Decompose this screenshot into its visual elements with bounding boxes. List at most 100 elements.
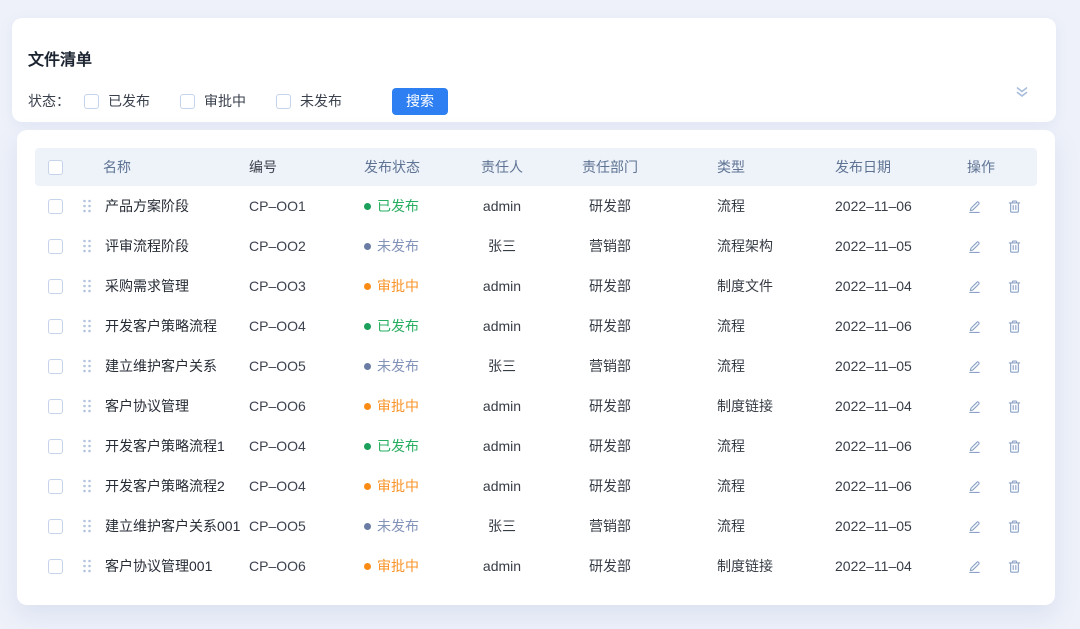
- column-header-owner: 责任人: [477, 157, 527, 177]
- status-badge: 已发布: [364, 436, 419, 456]
- drag-handle-icon[interactable]: [82, 199, 92, 213]
- edit-icon[interactable]: [967, 279, 982, 294]
- publish-date: 2022–11–04: [825, 398, 955, 414]
- row-checkbox[interactable]: [48, 279, 63, 294]
- status-label: 审批中: [377, 276, 419, 296]
- status-badge: 审批中: [364, 396, 419, 416]
- status-badge: 已发布: [364, 316, 419, 336]
- edit-icon[interactable]: [967, 199, 982, 214]
- filter-option-unpublished[interactable]: 未发布: [276, 91, 342, 111]
- column-header-name: 名称: [75, 157, 247, 177]
- status-label: 审批中: [377, 396, 419, 416]
- edit-icon[interactable]: [967, 519, 982, 534]
- row-checkbox[interactable]: [48, 519, 63, 534]
- table-row: 建立维护客户关系001 CP–OO5 未发布 张三 营销部 流程 2022–11…: [35, 506, 1037, 546]
- status-badge: 未发布: [364, 356, 419, 376]
- edit-icon[interactable]: [967, 399, 982, 414]
- edit-icon[interactable]: [967, 439, 982, 454]
- status-badge: 审批中: [364, 556, 419, 576]
- delete-icon[interactable]: [1007, 439, 1022, 454]
- doc-name: 开发客户策略流程1: [105, 436, 225, 456]
- doc-code: CP–OO4: [247, 478, 362, 494]
- owner: admin: [477, 478, 527, 494]
- drag-handle-icon[interactable]: [82, 359, 92, 373]
- delete-icon[interactable]: [1007, 359, 1022, 374]
- drag-handle-icon[interactable]: [82, 479, 92, 493]
- doc-name: 建立维护客户关系: [105, 356, 217, 376]
- doc-name: 产品方案阶段: [105, 196, 189, 216]
- delete-icon[interactable]: [1007, 239, 1022, 254]
- select-all-checkbox[interactable]: [48, 160, 63, 175]
- double-chevron-down-icon[interactable]: [1014, 84, 1030, 100]
- search-button[interactable]: 搜索: [392, 88, 448, 115]
- drag-handle-icon[interactable]: [82, 399, 92, 413]
- doc-code: CP–OO5: [247, 358, 362, 374]
- doc-code: CP–OO4: [247, 318, 362, 334]
- doc-type: 流程: [693, 476, 825, 496]
- table-row: 采购需求管理 CP–OO3 审批中 admin 研发部 制度文件 2022–11…: [35, 266, 1037, 306]
- drag-handle-icon[interactable]: [82, 319, 92, 333]
- owner: admin: [477, 558, 527, 574]
- doc-name: 建立维护客户关系001: [105, 516, 240, 536]
- dept: 研发部: [527, 556, 693, 576]
- column-header-dept: 责任部门: [527, 157, 693, 177]
- edit-icon[interactable]: [967, 559, 982, 574]
- row-checkbox[interactable]: [48, 199, 63, 214]
- doc-type: 流程: [693, 436, 825, 456]
- table-row: 评审流程阶段 CP–OO2 未发布 张三 营销部 流程架构 2022–11–05: [35, 226, 1037, 266]
- delete-icon[interactable]: [1007, 319, 1022, 334]
- table-row: 开发客户策略流程2 CP–OO4 审批中 admin 研发部 流程 2022–1…: [35, 466, 1037, 506]
- doc-type: 流程: [693, 516, 825, 536]
- row-checkbox[interactable]: [48, 559, 63, 574]
- edit-icon[interactable]: [967, 319, 982, 334]
- doc-code: CP–OO6: [247, 558, 362, 574]
- checkbox-published[interactable]: [84, 94, 99, 109]
- column-header-type: 类型: [693, 157, 825, 177]
- delete-icon[interactable]: [1007, 479, 1022, 494]
- row-checkbox[interactable]: [48, 479, 63, 494]
- dept: 研发部: [527, 396, 693, 416]
- delete-icon[interactable]: [1007, 279, 1022, 294]
- row-checkbox[interactable]: [48, 359, 63, 374]
- doc-type: 流程架构: [693, 236, 825, 256]
- edit-icon[interactable]: [967, 359, 982, 374]
- dept: 研发部: [527, 436, 693, 456]
- dept: 研发部: [527, 476, 693, 496]
- doc-name: 开发客户策略流程2: [105, 476, 225, 496]
- dept: 研发部: [527, 316, 693, 336]
- row-checkbox[interactable]: [48, 439, 63, 454]
- doc-type: 制度链接: [693, 556, 825, 576]
- table-row: 客户协议管理001 CP–OO6 审批中 admin 研发部 制度链接 2022…: [35, 546, 1037, 586]
- drag-handle-icon[interactable]: [82, 239, 92, 253]
- delete-icon[interactable]: [1007, 559, 1022, 574]
- drag-handle-icon[interactable]: [82, 519, 92, 533]
- row-checkbox[interactable]: [48, 239, 63, 254]
- publish-date: 2022–11–04: [825, 278, 955, 294]
- row-checkbox[interactable]: [48, 319, 63, 334]
- publish-date: 2022–11–06: [825, 478, 955, 494]
- dept: 研发部: [527, 276, 693, 296]
- dept: 营销部: [527, 356, 693, 376]
- publish-date: 2022–11–06: [825, 318, 955, 334]
- drag-handle-icon[interactable]: [82, 559, 92, 573]
- checkbox-unpublished[interactable]: [276, 94, 291, 109]
- filter-option-pending[interactable]: 审批中: [180, 91, 246, 111]
- drag-handle-icon[interactable]: [82, 279, 92, 293]
- edit-icon[interactable]: [967, 479, 982, 494]
- row-checkbox[interactable]: [48, 399, 63, 414]
- checkbox-pending[interactable]: [180, 94, 195, 109]
- filter-row: 状态： 已发布 审批中 未发布 搜索: [28, 87, 448, 115]
- column-header-status: 发布状态: [362, 157, 477, 177]
- filter-option-published[interactable]: 已发布: [84, 91, 150, 111]
- column-header-date: 发布日期: [825, 157, 955, 177]
- status-dot-icon: [364, 483, 371, 490]
- filter-panel: 文件清单 状态： 已发布 审批中 未发布 搜索: [12, 18, 1056, 122]
- delete-icon[interactable]: [1007, 199, 1022, 214]
- edit-icon[interactable]: [967, 239, 982, 254]
- dept: 营销部: [527, 236, 693, 256]
- drag-handle-icon[interactable]: [82, 439, 92, 453]
- delete-icon[interactable]: [1007, 399, 1022, 414]
- doc-code: CP–OO6: [247, 398, 362, 414]
- owner: 张三: [477, 516, 527, 536]
- delete-icon[interactable]: [1007, 519, 1022, 534]
